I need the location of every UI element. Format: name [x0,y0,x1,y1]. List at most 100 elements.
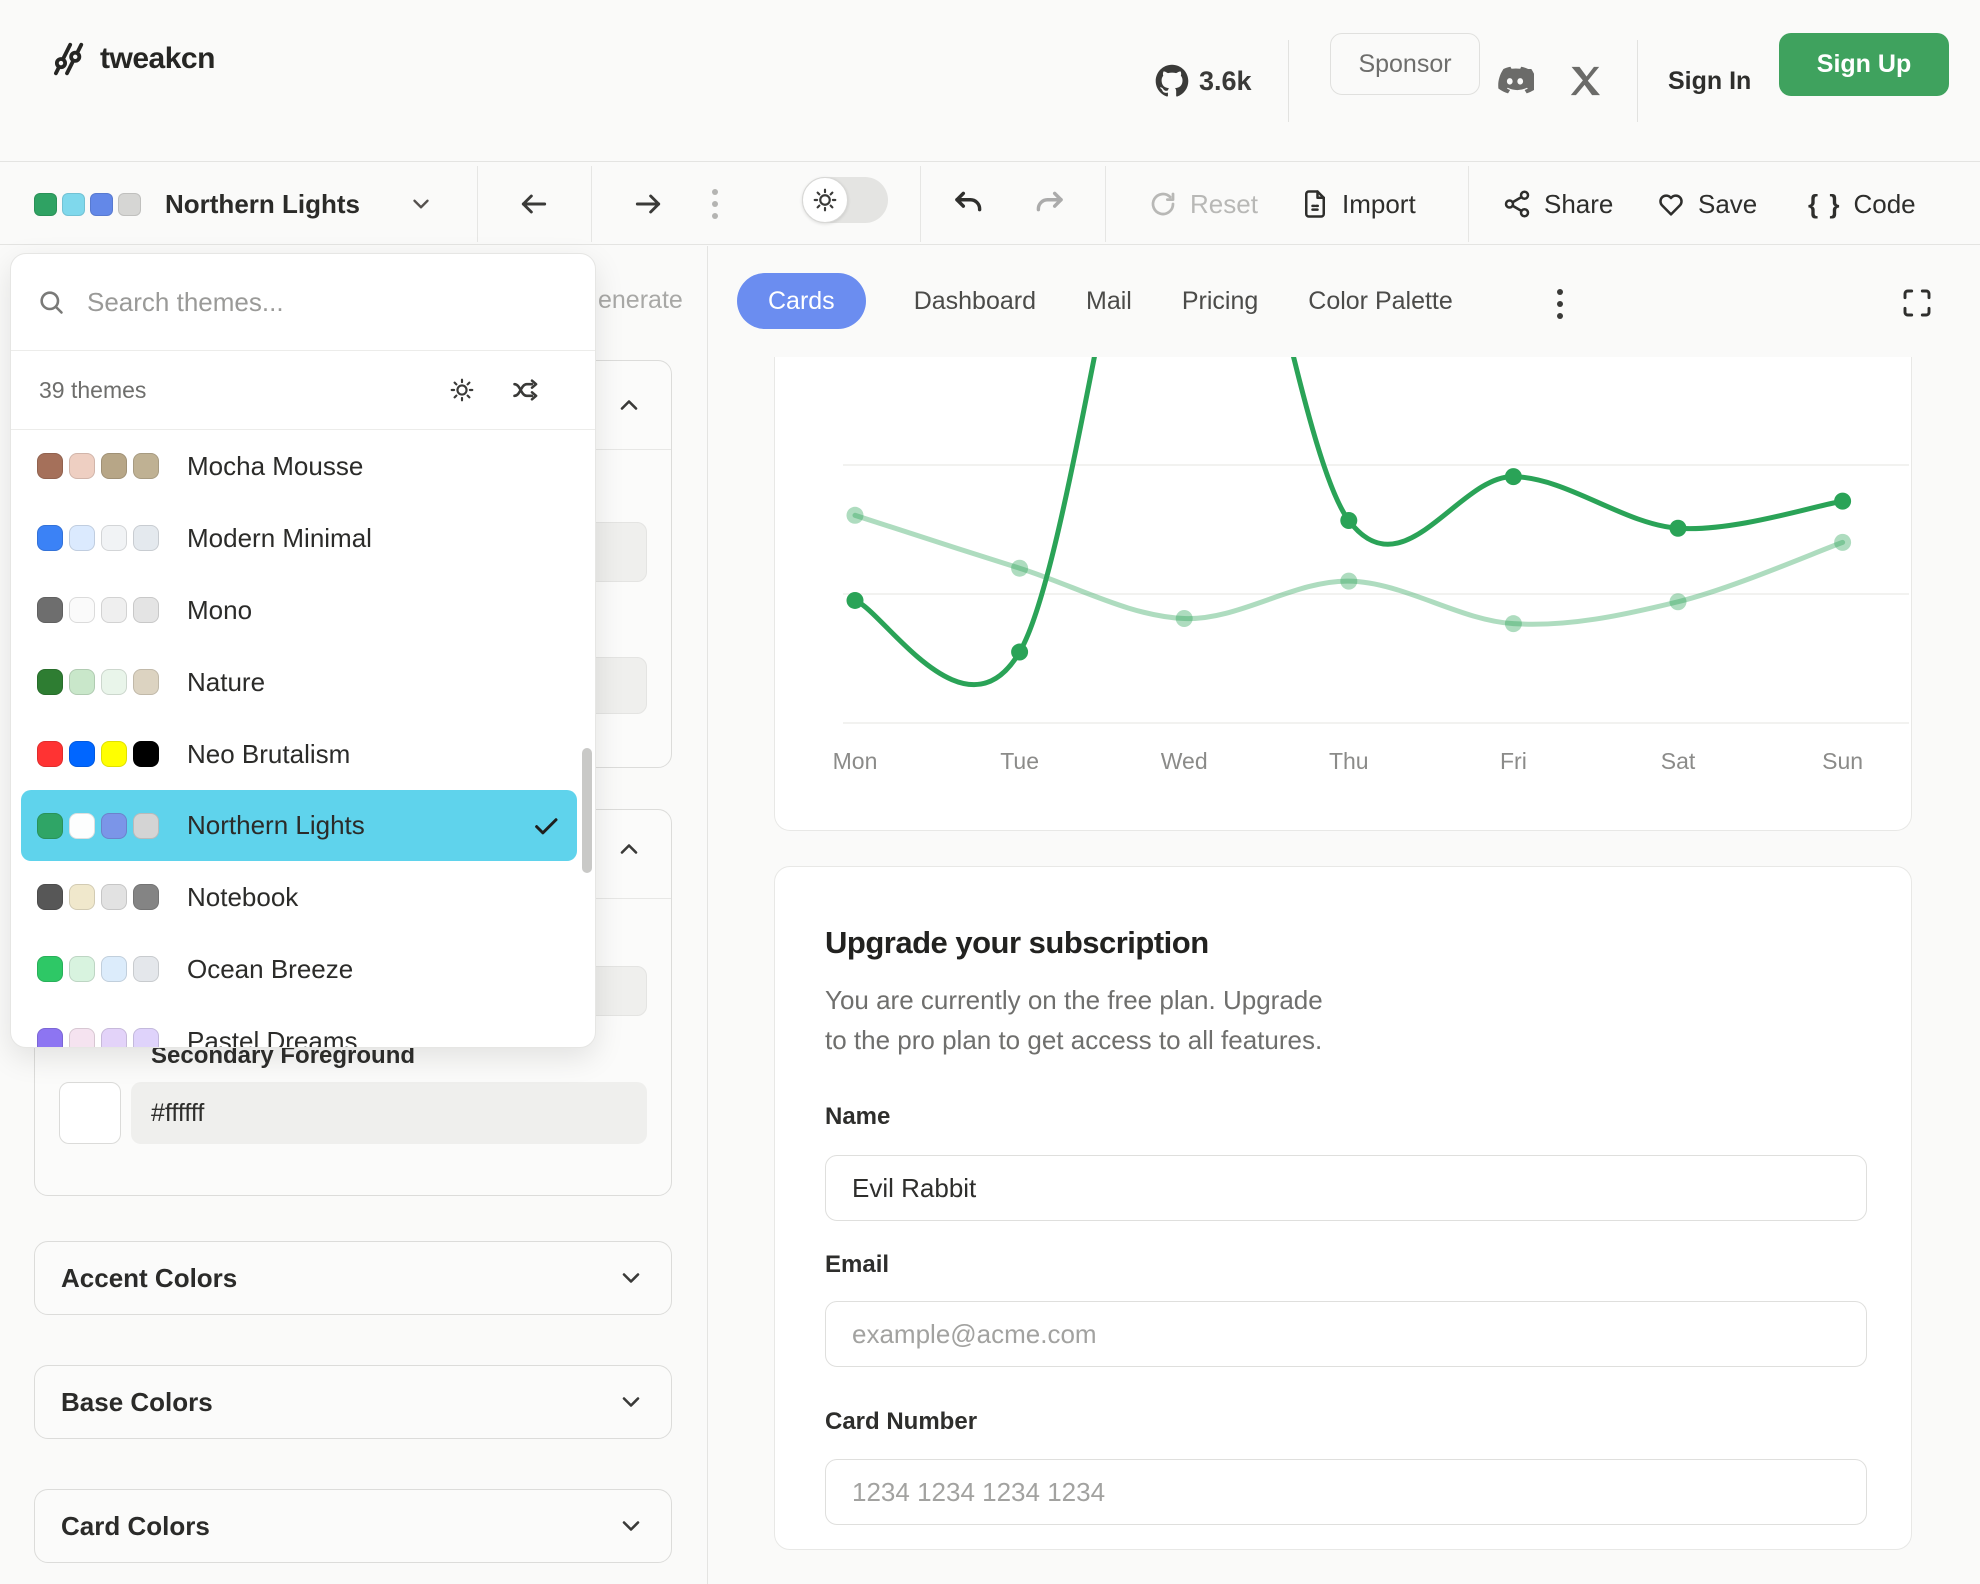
tab-pricing[interactable]: Pricing [1180,273,1260,329]
github-icon [1155,64,1189,98]
tab-color-palette[interactable]: Color Palette [1306,273,1455,329]
theme-color-swatch [101,453,127,479]
chart-data-point [1834,493,1851,510]
section-accent-colors[interactable]: Accent Colors [34,1241,672,1315]
theme-list: Mocha MousseModern Minimal Mono Nature Neo … [11,430,595,1048]
theme-color-swatch [37,884,63,910]
theme-color-swatch [69,741,95,767]
chart-data-point [1670,520,1687,537]
generate-button-fragment[interactable]: enerate [598,286,683,315]
theme-color-swatch [101,813,127,839]
save-button[interactable]: Save [1656,189,1757,220]
theme-list-item[interactable]: Mono [11,574,595,646]
check-icon [531,811,561,841]
github-stars-button[interactable]: 3.6k [1155,0,1252,162]
theme-search-input[interactable] [87,287,569,318]
chart-axis-label: Tue [1000,748,1039,774]
theme-color-swatch [133,525,159,551]
chart-axis-label: Sat [1661,748,1696,774]
theme-color-swatch [69,669,95,695]
name-input[interactable] [825,1155,1867,1221]
undo-button[interactable] [952,163,986,245]
upgrade-subscription-card: Upgrade your subscription You are curren… [774,866,1912,1550]
heart-icon [1656,189,1686,219]
reset-button[interactable]: Reset [1148,189,1258,220]
section-card-colors[interactable]: Card Colors [34,1489,672,1563]
toolbar-divider [477,166,478,242]
theme-color-swatch [69,956,95,982]
light-dark-mode-toggle[interactable] [802,177,888,223]
brand[interactable]: tweakcn [48,40,215,78]
sponsor-button[interactable]: Sponsor [1330,33,1480,95]
tab-cards[interactable]: Cards [737,273,866,329]
chart-axis-label: Thu [1329,748,1369,774]
chevron-up-icon[interactable] [615,835,643,863]
theme-swatch [118,193,141,216]
chevron-down-icon[interactable] [408,163,434,245]
chart-data-point [1340,512,1357,529]
theme-swatch [62,193,85,216]
scrollbar-thumb[interactable] [582,748,592,873]
theme-selector[interactable]: Northern Lights [165,163,360,245]
history-back-button[interactable] [518,163,550,245]
import-button[interactable]: Import [1300,189,1416,220]
theme-name: Mono [187,595,252,626]
shuffle-random-icon[interactable] [511,376,539,404]
theme-color-swatch [37,597,63,623]
discord-icon[interactable] [1496,0,1534,162]
history-forward-button[interactable] [632,163,664,245]
hex-color-input[interactable] [131,1082,647,1144]
toolbar-divider [920,166,921,242]
theme-color-swatch [133,669,159,695]
github-star-count: 3.6k [1199,66,1252,97]
theme-list-item[interactable]: Pastel Dreams [11,1005,595,1048]
chart-data-point [847,592,864,609]
card-description-line: You are currently on the free plan. Upgr… [825,985,1323,1016]
share-button[interactable]: Share [1502,189,1613,220]
light-mode-sun-icon[interactable] [449,377,475,403]
theme-color-swatch [69,453,95,479]
email-input[interactable] [825,1301,1867,1367]
header-divider [1288,40,1289,122]
theme-list-item[interactable]: Nature [11,646,595,718]
theme-list-item[interactable]: Modern Minimal [11,502,595,574]
theme-swatch [34,193,57,216]
chart-data-point [1670,593,1687,610]
redo-button[interactable] [1032,163,1066,245]
x-twitter-icon[interactable] [1568,0,1602,162]
fullscreen-icon[interactable] [1901,287,1933,319]
theme-color-swatch [133,597,159,623]
sign-up-button[interactable]: Sign Up [1779,33,1949,96]
more-menu-ellipsis-icon[interactable] [1555,287,1565,321]
theme-color-swatch [69,1028,95,1048]
header-divider [1637,40,1638,122]
theme-color-swatch [133,453,159,479]
color-swatch-white[interactable] [59,1082,121,1144]
card-number-input[interactable] [825,1459,1867,1525]
drag-handle-dots-icon[interactable] [710,163,720,245]
theme-list-item[interactable]: Ocean Breeze [11,933,595,1005]
theme-name: Nature [187,667,265,698]
theme-color-swatch [101,525,127,551]
weekly-line-chart: MonTueWedThuFriSatSun [775,357,1912,831]
chevron-up-icon[interactable] [615,391,643,419]
code-button[interactable]: { } Code [1808,189,1916,220]
sign-in-button[interactable]: Sign In [1668,0,1751,162]
section-base-colors[interactable]: Base Colors [34,1365,672,1439]
chart-data-point [847,507,864,524]
theme-name: Notebook [187,882,298,913]
theme-color-swatch [101,956,127,982]
theme-list-item[interactable]: Notebook [11,861,595,933]
code-braces-icon: { } [1808,189,1841,220]
theme-list-item[interactable]: Mocha Mousse [11,430,595,502]
name-label: Name [825,1103,890,1131]
theme-color-swatch [37,956,63,982]
tab-mail[interactable]: Mail [1084,273,1134,329]
chart-card: MonTueWedThuFriSatSun [774,357,1912,831]
tab-dashboard[interactable]: Dashboard [912,273,1038,329]
card-description-line: to the pro plan to get access to all fea… [825,1025,1322,1056]
theme-list-item[interactable]: Northern Lights [21,790,577,861]
chart-data-point [1340,573,1357,590]
theme-color-swatch [69,884,95,910]
theme-list-item[interactable]: Neo Brutalism [11,718,595,790]
